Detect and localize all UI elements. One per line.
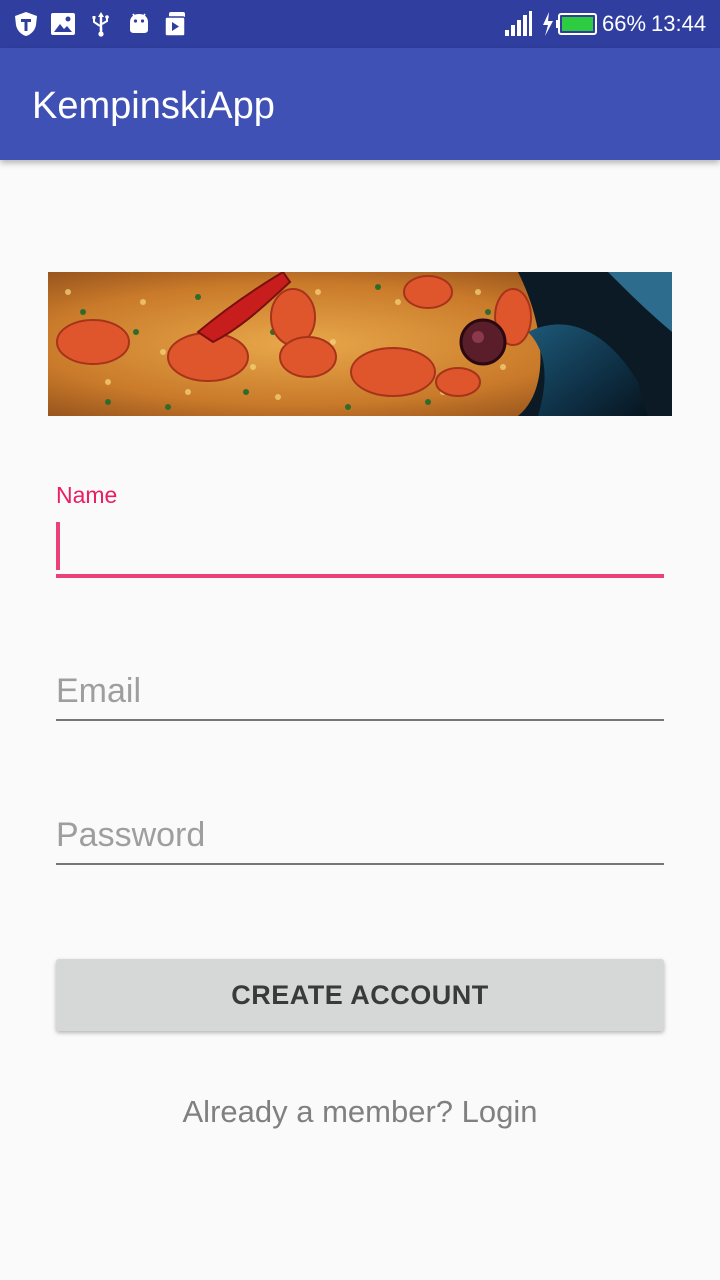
image-icon: [51, 13, 75, 35]
name-field-label: Name: [56, 482, 118, 508]
create-account-button[interactable]: CREATE ACCOUNT: [56, 959, 664, 1031]
usb-icon: [92, 12, 109, 37]
media-icon: [164, 12, 186, 37]
email-field-underline: [56, 719, 664, 721]
name-input[interactable]: [56, 524, 664, 572]
battery-percentage: 66%: [602, 11, 647, 36]
email-field[interactable]: [56, 664, 664, 724]
text-cursor: [56, 522, 60, 570]
status-time: 13:44: [651, 11, 707, 36]
shield-icon: [15, 12, 37, 36]
signal-icon: [505, 11, 532, 36]
app-title: KempinskiApp: [32, 85, 275, 127]
login-link[interactable]: Already a member? Login: [0, 1094, 720, 1130]
email-input[interactable]: [56, 666, 664, 716]
password-input[interactable]: [56, 810, 664, 860]
name-field[interactable]: Name: [56, 480, 664, 580]
status-bar: 66% 13:44: [0, 0, 720, 48]
food-banner-image: [48, 272, 672, 416]
battery-charging-icon: [543, 12, 597, 36]
name-field-underline: [56, 574, 664, 578]
password-field-underline: [56, 863, 664, 865]
android-icon: [130, 13, 148, 33]
app-bar: KempinskiApp: [0, 48, 720, 160]
password-field[interactable]: [56, 808, 664, 868]
